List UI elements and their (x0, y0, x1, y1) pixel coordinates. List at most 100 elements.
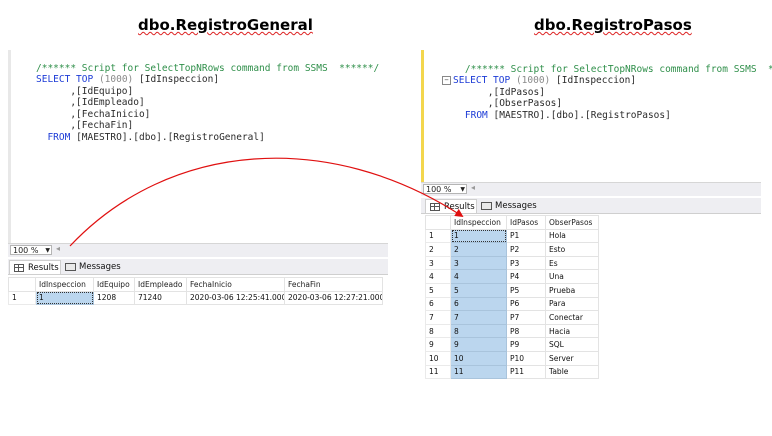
left-zoom-bar: 100 % ▼ ◂ (8, 243, 388, 257)
grid-corner[interactable] (425, 215, 451, 230)
grid-cell[interactable]: SQL (545, 337, 599, 352)
grid-cell[interactable]: Una (545, 269, 599, 284)
table-row[interactable]: 6 6 P6 Para (425, 296, 599, 312)
column-header[interactable]: IdInspeccion (35, 277, 94, 292)
grid-cell[interactable]: Hola (545, 228, 599, 244)
sql-comment: /****** Script for SelectTopNRows comman… (36, 62, 380, 74)
column-header[interactable]: IdInspeccion (450, 215, 507, 230)
left-results-tabs: Results Messages (8, 259, 388, 275)
grid-cell[interactable]: Para (545, 296, 599, 312)
grid-cell[interactable]: Es (545, 255, 599, 271)
grid-cell[interactable]: 2 (450, 242, 507, 257)
grid-cell[interactable]: Table (545, 364, 599, 380)
row-number: 3 (425, 255, 451, 271)
column-header[interactable]: IdEquipo (93, 277, 135, 292)
right-results-grid[interactable]: IdInspeccion IdPasos ObserPasos 1 1 P1 Hola 2 2 P… (425, 215, 599, 380)
sql-keyword-select: SELECT TOP (453, 75, 511, 86)
right-query-window: /****** Script for SelectTopNRows comman… (421, 50, 772, 380)
tab-messages[interactable]: Messages (477, 199, 537, 213)
column-header[interactable]: ObserPasos (545, 215, 599, 230)
table-row[interactable]: 3 3 P3 Es (425, 255, 599, 271)
tab-results[interactable]: Results (9, 260, 61, 274)
grid-cell[interactable]: P8 (506, 323, 546, 339)
grid-cell[interactable]: 2020-03-06 12:27:21.000 (284, 290, 383, 306)
grid-cell[interactable]: 4 (450, 269, 507, 284)
row-number: 5 (425, 282, 451, 298)
sql-column: ,[FechaInicio] (70, 108, 151, 120)
table-row[interactable]: 2 2 P2 Esto (425, 242, 599, 257)
grid-cell[interactable]: P1 (506, 228, 546, 244)
grid-cell[interactable]: 8 (450, 323, 507, 339)
grid-cell[interactable]: 1 (450, 228, 507, 244)
messages-icon (481, 202, 492, 210)
sql-source-table: [MAESTRO].[dbo].[RegistroPasos] (493, 109, 671, 121)
grid-cell[interactable]: 2020-03-06 12:25:41.000 (186, 290, 285, 306)
grid-cell[interactable]: P3 (506, 255, 546, 271)
table-row[interactable]: 11 11 P11 Table (425, 364, 599, 380)
chevron-down-icon: ▼ (45, 247, 50, 254)
column-header[interactable]: FechaInicio (186, 277, 285, 292)
grid-cell[interactable]: 7 (450, 310, 507, 325)
grid-cell[interactable]: Server (545, 350, 599, 366)
grid-cell[interactable]: Conectar (545, 310, 599, 325)
row-number: 1 (425, 228, 451, 244)
left-title: dbo.RegistroGeneral (138, 16, 313, 34)
grid-header-row: IdInspeccion IdPasos ObserPasos (425, 215, 599, 230)
grid-cell[interactable]: P9 (506, 337, 546, 352)
grid-cell[interactable]: Hacia (545, 323, 599, 339)
grid-cell[interactable]: 6 (450, 296, 507, 312)
grid-icon (430, 203, 440, 211)
zoom-dropdown[interactable]: 100 % ▼ (423, 184, 467, 194)
grid-cell[interactable]: 10 (450, 350, 507, 366)
collapse-icon[interactable]: − (442, 76, 451, 85)
table-row[interactable]: 4 4 P4 Una (425, 269, 599, 284)
row-number: 2 (425, 242, 451, 257)
sql-column: ,[IdEmpleado] (70, 97, 145, 108)
grid-cell[interactable]: P4 (506, 269, 546, 284)
right-editor-margin (421, 50, 424, 182)
grid-cell[interactable]: Prueba (545, 282, 599, 298)
grid-cell[interactable]: 1 (35, 290, 94, 306)
table-row[interactable]: 8 8 P8 Hacia (425, 323, 599, 339)
left-results-grid[interactable]: IdInspeccion IdEquipo IdEmpleado FechaInici… (8, 277, 383, 306)
grid-cell[interactable]: 5 (450, 282, 507, 298)
table-row[interactable]: 1 1 P1 Hola (425, 228, 599, 244)
column-header[interactable]: FechaFin (284, 277, 383, 292)
grid-corner[interactable] (8, 277, 36, 292)
row-number: 9 (425, 337, 451, 352)
table-row[interactable]: 9 9 P9 SQL (425, 337, 599, 352)
row-number: 11 (425, 364, 451, 380)
tab-messages[interactable]: Messages (61, 260, 121, 274)
right-zoom-bar: 100 % ▼ ◂ (421, 182, 761, 196)
sql-source-table: [MAESTRO].[dbo].[RegistroGeneral] (76, 131, 265, 143)
table-row[interactable]: 1 1 1208 71240 2020-03-06 12:25:41.000 2020-0… (8, 290, 383, 306)
table-row[interactable]: 5 5 P5 Prueba (425, 282, 599, 298)
row-number: 6 (425, 296, 451, 312)
scroll-left-icon[interactable]: ◂ (471, 183, 475, 192)
grid-cell[interactable]: P7 (506, 310, 546, 325)
table-row[interactable]: 7 7 P7 Conectar (425, 310, 599, 325)
grid-cell[interactable]: 3 (450, 255, 507, 271)
grid-cell[interactable]: P2 (506, 242, 546, 257)
tab-results[interactable]: Results (425, 199, 477, 213)
sql-keyword-from: FROM (464, 109, 488, 121)
grid-cell[interactable]: 1208 (93, 290, 135, 306)
grid-header-row: IdInspeccion IdEquipo IdEmpleado FechaInici… (8, 277, 383, 292)
grid-cell[interactable]: 71240 (134, 290, 187, 306)
grid-cell[interactable]: 9 (450, 337, 507, 352)
grid-cell[interactable]: P10 (506, 350, 546, 366)
column-header[interactable]: IdEmpleado (134, 277, 187, 292)
grid-cell[interactable]: P5 (506, 282, 546, 298)
left-sql-editor[interactable]: /****** Script for SelectTopNRows comman… (36, 51, 380, 143)
grid-cell[interactable]: P11 (506, 364, 546, 380)
sql-column: ,[ObserPasos] (487, 98, 563, 109)
grid-cell[interactable]: P6 (506, 296, 546, 312)
grid-cell[interactable]: Esto (545, 242, 599, 257)
table-row[interactable]: 10 10 P10 Server (425, 350, 599, 366)
grid-cell[interactable]: 11 (450, 364, 507, 380)
scroll-left-icon[interactable]: ◂ (56, 244, 60, 253)
column-header[interactable]: IdPasos (506, 215, 546, 230)
left-query-window: /****** Script for SelectTopNRows comman… (8, 50, 388, 310)
right-sql-editor[interactable]: /****** Script for SelectTopNRows comman… (442, 52, 772, 121)
zoom-dropdown[interactable]: 100 % ▼ (10, 245, 52, 255)
